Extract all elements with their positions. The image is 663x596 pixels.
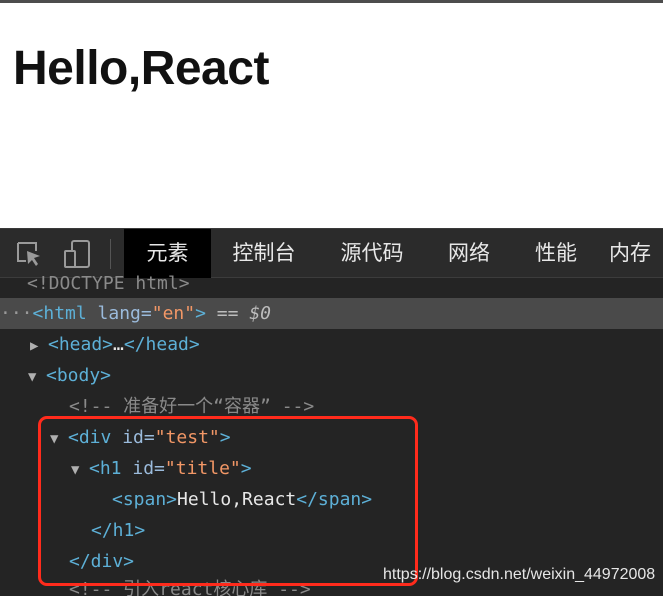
attr-eq: = <box>143 427 155 448</box>
rendered-page: Hello,React <box>0 3 663 228</box>
tag-open: <div <box>68 427 112 448</box>
doctype-text: <!DOCTYPE html> <box>27 273 190 294</box>
body-row[interactable]: ▼ <body> <box>0 360 663 391</box>
expanded-triangle-icon[interactable]: ▼ <box>50 424 68 455</box>
text-node: Hello,React <box>177 489 297 510</box>
selected-marker: == <box>216 303 250 324</box>
tag-open: <span> <box>112 489 178 510</box>
tag-close: > <box>219 427 231 448</box>
tag-open: <h1 <box>89 458 122 479</box>
head-row[interactable]: ▶ <head>…</head> <box>0 329 663 360</box>
row-dots: ··· <box>0 303 33 324</box>
tag-close: </span> <box>296 489 373 510</box>
devtools-panel: 元素 控制台 源代码 网络 性能 内存 <!DOCTYPE html> ···<… <box>0 228 663 596</box>
attr-value: "test" <box>154 427 220 448</box>
expanded-triangle-icon[interactable]: ▼ <box>71 455 89 486</box>
attr-name: id <box>132 458 155 479</box>
comment-text: <!-- 准备好一个“容器” --> <box>69 396 315 417</box>
comment-text: <!-- 引入react核心库 --> <box>69 579 311 596</box>
attr-eq: = <box>140 303 152 324</box>
dom-tree: <!DOCTYPE html> ···<html lang="en"> == $… <box>0 273 663 596</box>
tag-close: </head> <box>123 334 200 355</box>
h1-close-row[interactable]: </h1> <box>0 515 663 546</box>
attr-name: id <box>122 427 144 448</box>
tag-open: <html <box>32 303 87 324</box>
comment-row[interactable]: <!-- 准备好一个“容器” --> <box>0 391 663 422</box>
html-row[interactable]: ···<html lang="en"> == $0 <box>0 298 663 329</box>
inspect-element-icon[interactable] <box>14 239 44 269</box>
div-row[interactable]: ▼ <div id="test"> <box>0 422 663 453</box>
tag-close: </h1> <box>91 520 146 541</box>
attr-value: "en" <box>151 303 196 324</box>
page-heading: Hello,React <box>13 42 269 95</box>
tag-close: </div> <box>69 551 135 572</box>
tag-open: <head> <box>48 334 114 355</box>
attr-name: lang <box>97 303 141 324</box>
tag-close: > <box>195 303 206 324</box>
collapsed-triangle-icon[interactable]: ▶ <box>30 331 48 362</box>
collapsed-ellipsis: … <box>113 334 124 355</box>
tag-open: <body> <box>46 365 112 386</box>
toolbar-separator <box>110 239 111 269</box>
device-toolbar-icon[interactable] <box>62 239 92 269</box>
attr-eq: = <box>154 458 165 479</box>
console-var: $0 <box>249 303 271 324</box>
watermark: https://blog.csdn.net/weixin_44972008 <box>383 566 656 583</box>
h1-row[interactable]: ▼ <h1 id="title"> <box>0 453 663 484</box>
doctype-row[interactable]: <!DOCTYPE html> <box>0 268 663 299</box>
span-row[interactable]: <span>Hello,React</span> <box>0 484 663 515</box>
attr-value: "title" <box>164 458 241 479</box>
expanded-triangle-icon[interactable]: ▼ <box>28 362 46 393</box>
tag-close: > <box>240 458 252 479</box>
